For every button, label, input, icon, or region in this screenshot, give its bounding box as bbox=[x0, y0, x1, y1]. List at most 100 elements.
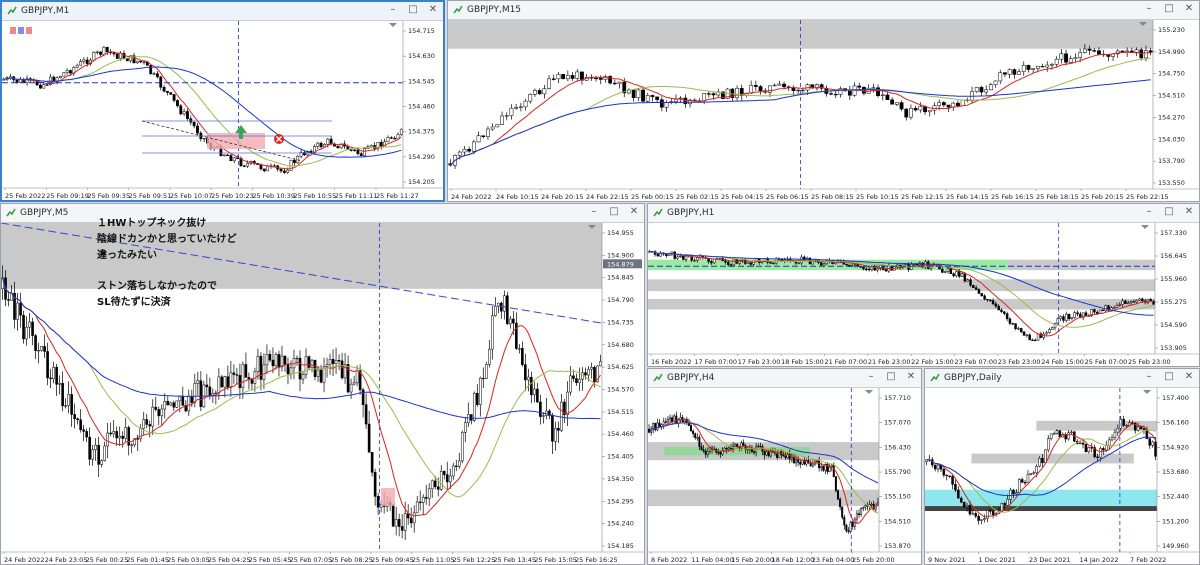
price-label: 154.900 bbox=[607, 251, 634, 259]
candle bbox=[192, 122, 196, 127]
title-bar[interactable]: GBPJPY,M1 – □ ✕ bbox=[2, 2, 443, 21]
maximize-icon[interactable]: □ bbox=[407, 4, 419, 16]
price-label: 154.735 bbox=[607, 318, 634, 326]
candle bbox=[396, 134, 400, 140]
chart-window-icon bbox=[930, 373, 940, 383]
chart-window-daily[interactable]: GBPJPY,Daily – □ ✕ 157.400 156.160 154.920 15… bbox=[924, 368, 1200, 565]
price-label: 157.330 bbox=[1160, 229, 1187, 237]
candle bbox=[457, 151, 462, 156]
candle bbox=[159, 76, 163, 88]
candle bbox=[765, 451, 768, 456]
candle bbox=[118, 435, 121, 439]
time-label: 23 Dec 2021 bbox=[1029, 556, 1071, 564]
time-label: 25 Feb 09:45 bbox=[371, 556, 414, 564]
candle bbox=[139, 428, 143, 440]
price-chart[interactable]: 155.230 154.990 154.750 154.510 154.270 154.0… bbox=[448, 20, 1199, 201]
candle bbox=[942, 468, 946, 476]
candle bbox=[936, 464, 940, 470]
maximize-icon[interactable]: □ bbox=[885, 371, 897, 383]
price-chart[interactable]: 157.710 157.070 156.430 155.790 155.150 154.5… bbox=[648, 388, 921, 564]
title-bar[interactable]: GBPJPY,H4 – □ ✕ bbox=[648, 369, 921, 388]
candle bbox=[471, 141, 476, 152]
maximize-icon[interactable]: □ bbox=[608, 206, 620, 218]
price-label: 156.645 bbox=[1160, 252, 1187, 260]
candle bbox=[79, 61, 82, 66]
candle bbox=[222, 154, 226, 157]
candle bbox=[226, 376, 230, 388]
candle bbox=[694, 433, 697, 438]
candle bbox=[658, 422, 661, 427]
candle bbox=[753, 451, 755, 454]
candle bbox=[1046, 438, 1050, 451]
candle bbox=[112, 52, 116, 55]
price-chart[interactable]: 157.400 156.160 154.920 153.680 152.440 151.2… bbox=[925, 388, 1199, 564]
minimize-icon[interactable]: – bbox=[1143, 371, 1155, 383]
chart-window-m1[interactable]: GBPJPY,M1 – □ ✕ 154.715 154.630 154.545 154.4… bbox=[0, 0, 445, 202]
chart-window-m5[interactable]: GBPJPY,M5 – □ ✕ 154.955 154.900 154.845 154.7… bbox=[0, 203, 645, 565]
candle bbox=[1035, 465, 1038, 474]
price-chart[interactable]: 154.955 154.900 154.845 154.790 154.735 154.6… bbox=[1, 223, 644, 564]
title-bar[interactable]: GBPJPY,Daily – □ ✕ bbox=[925, 369, 1199, 388]
candle bbox=[1003, 311, 1006, 314]
maximize-icon[interactable]: □ bbox=[1163, 3, 1175, 15]
candle bbox=[1070, 317, 1074, 320]
minimize-icon[interactable]: – bbox=[588, 206, 600, 218]
time-label: 25 Feb 10:55 bbox=[294, 192, 337, 200]
chart-window-h4[interactable]: GBPJPY,H4 – □ ✕ 157.710 157.070 156.430 155.7… bbox=[647, 368, 922, 565]
title-bar[interactable]: GBPJPY,M15 – □ ✕ bbox=[448, 1, 1199, 20]
candle bbox=[966, 279, 969, 282]
minimize-icon[interactable]: – bbox=[387, 4, 399, 16]
candle bbox=[1000, 309, 1003, 312]
candle bbox=[845, 264, 848, 266]
price-chart[interactable]: 157.330 156.645 155.960 155.275 154.590 153.9… bbox=[648, 223, 1199, 366]
candle bbox=[1073, 312, 1076, 318]
candle bbox=[782, 454, 785, 457]
candle bbox=[352, 382, 356, 385]
close-icon[interactable]: ✕ bbox=[905, 371, 917, 383]
minimize-icon[interactable]: – bbox=[1143, 206, 1155, 218]
close-icon[interactable]: ✕ bbox=[1183, 3, 1195, 15]
candle bbox=[949, 268, 953, 274]
candle bbox=[1019, 328, 1023, 333]
candle bbox=[214, 392, 218, 394]
chart-shift-icon bbox=[1141, 225, 1149, 229]
chart-window-h1[interactable]: GBPJPY,H1 – □ ✕ 157.330 156.645 155.960 155.2… bbox=[647, 203, 1200, 367]
candle bbox=[675, 415, 678, 424]
candle bbox=[179, 105, 183, 115]
title-bar[interactable]: GBPJPY,H1 – □ ✕ bbox=[648, 204, 1199, 223]
price-zone bbox=[925, 506, 1157, 511]
close-icon[interactable]: ✕ bbox=[1183, 371, 1195, 383]
candle bbox=[95, 51, 99, 54]
maximize-icon[interactable]: □ bbox=[1163, 371, 1175, 383]
candle bbox=[232, 372, 236, 375]
candle bbox=[289, 367, 293, 375]
candle bbox=[102, 46, 106, 55]
candle bbox=[94, 444, 97, 450]
minimize-icon[interactable]: – bbox=[865, 371, 877, 383]
candle bbox=[706, 451, 709, 455]
close-icon[interactable]: ✕ bbox=[628, 206, 640, 218]
candle bbox=[1026, 65, 1031, 70]
price-chart[interactable]: 154.715 154.630 154.545 154.460 154.375 154.2… bbox=[2, 21, 443, 200]
candle bbox=[115, 431, 118, 439]
candle bbox=[1081, 442, 1085, 445]
close-icon[interactable]: ✕ bbox=[1183, 206, 1195, 218]
time-label: 25 Feb 20:00 bbox=[852, 556, 895, 564]
candle bbox=[870, 503, 873, 506]
minimize-icon[interactable]: – bbox=[1143, 3, 1155, 15]
candle bbox=[400, 526, 404, 531]
candle bbox=[952, 273, 955, 277]
maximize-icon[interactable]: □ bbox=[1163, 206, 1175, 218]
candle bbox=[488, 348, 491, 365]
candle bbox=[1087, 447, 1091, 452]
chart-window-m15[interactable]: GBPJPY,M15 – □ ✕ 155.230 154.990 154.750 154.… bbox=[447, 0, 1200, 202]
time-label: 22 Feb 15:00 bbox=[911, 358, 954, 366]
close-icon[interactable]: ✕ bbox=[427, 4, 439, 16]
candle bbox=[660, 424, 663, 427]
candle bbox=[329, 138, 333, 145]
candle bbox=[373, 472, 377, 497]
candle bbox=[469, 414, 473, 421]
candle bbox=[566, 391, 569, 416]
current-price-label: 154.879 bbox=[607, 260, 634, 268]
candle bbox=[659, 99, 664, 108]
